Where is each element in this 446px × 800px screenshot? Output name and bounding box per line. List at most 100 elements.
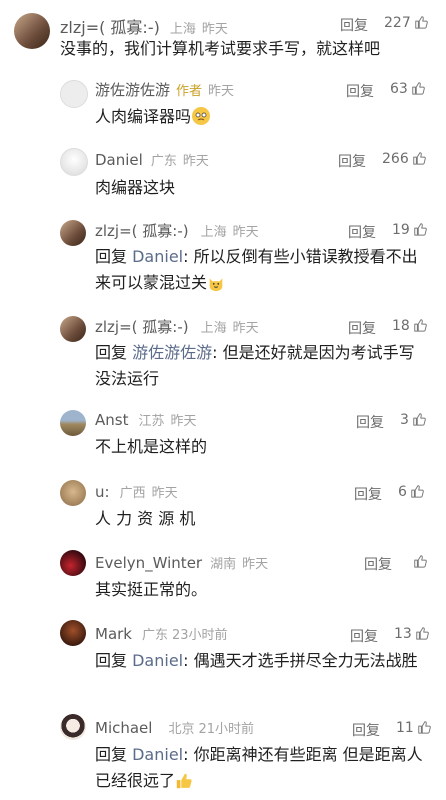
avatar[interactable]: [60, 220, 86, 246]
like-count: 266: [382, 151, 409, 167]
time-label: 昨天: [151, 486, 178, 501]
comment-text-content: 人肉编译器吗: [95, 107, 192, 126]
comment-text: 没事的，我们计算机考试要求手写，就这样吧: [60, 39, 381, 58]
like-button[interactable]: 11: [396, 720, 431, 736]
reply-button[interactable]: 回复: [350, 626, 378, 646]
time-label: 昨天: [170, 414, 197, 429]
like-button[interactable]: 3: [400, 412, 426, 428]
username[interactable]: Evelyn_Winter 湖南 昨天: [95, 553, 268, 572]
like-count: 63: [390, 81, 408, 97]
comment-text-content: : 偶遇天才选手拼尽全力无法战胜: [183, 651, 418, 670]
location-label: 广东: [142, 628, 169, 643]
comment-text: 回复 Daniel: 偶遇天才选手拼尽全力无法战胜: [95, 648, 425, 674]
username[interactable]: 游佐游佐游 作者 昨天: [95, 79, 234, 100]
location-label: 江苏: [138, 414, 165, 429]
time-label: 21小时前: [198, 722, 255, 737]
avatar[interactable]: [60, 480, 86, 506]
like-count: 19: [392, 222, 410, 238]
comment-text: 回复 游佐游佐游: 但是还好就是因为考试手写没法运行: [95, 340, 425, 392]
avatar[interactable]: [60, 148, 88, 176]
like-count: 11: [396, 720, 414, 736]
like-button[interactable]: 19: [392, 222, 427, 238]
comment-text: 不上机是这样的: [95, 437, 208, 456]
username[interactable]: Anst 江苏 昨天: [95, 410, 197, 429]
like-count: 6: [398, 484, 407, 500]
time-label: 昨天: [232, 225, 259, 240]
thumb-up-icon: [412, 151, 426, 165]
like-count: 227: [384, 15, 411, 31]
username-text: Anst: [95, 411, 129, 429]
thumb-up-icon: [415, 626, 429, 640]
reply-button[interactable]: 回复: [352, 720, 380, 740]
time-label: 23小时前: [172, 628, 228, 643]
like-count: 13: [394, 626, 412, 642]
reply-prefix: 回复: [95, 745, 128, 764]
like-button[interactable]: 13: [394, 626, 429, 642]
comment-text: 其实挺正常的。: [95, 580, 208, 599]
author-badge: 作者: [176, 84, 203, 99]
avatar[interactable]: [60, 410, 86, 436]
reply-button[interactable]: 回复: [348, 222, 376, 242]
avatar[interactable]: [14, 13, 50, 49]
location-label: 广西: [119, 486, 146, 501]
reply-prefix: 回复: [95, 651, 128, 670]
username-text: Mark: [95, 625, 132, 643]
time-label: 昨天: [182, 154, 209, 169]
thumb-up-icon: [413, 318, 427, 332]
like-button[interactable]: 18: [392, 318, 427, 334]
thumb-up-icon: [413, 554, 427, 568]
username-text: u:: [95, 483, 110, 501]
like-button[interactable]: 6: [398, 484, 424, 500]
like-button[interactable]: 266: [382, 151, 426, 167]
reply-button[interactable]: 回复: [354, 484, 382, 504]
reply-button[interactable]: 回复: [338, 151, 366, 171]
like-button[interactable]: [410, 554, 427, 570]
comment-text: 回复 Daniel: 你距离神还有些距离 但是距离人已经很远了: [95, 742, 425, 794]
reply-target[interactable]: Daniel: [132, 745, 183, 764]
avatar[interactable]: [60, 550, 86, 576]
reply-button[interactable]: 回复: [340, 15, 368, 35]
avatar[interactable]: [60, 714, 86, 740]
time-label: 昨天: [242, 557, 269, 572]
reply-target[interactable]: Daniel: [132, 247, 183, 266]
time-label: 昨天: [232, 321, 259, 336]
thumbs-up-emoji-icon: [176, 773, 192, 789]
comment-text: 肉编器这块: [95, 178, 176, 197]
username-text: Daniel: [95, 151, 143, 169]
reply-target[interactable]: Daniel: [132, 651, 183, 670]
avatar[interactable]: [60, 80, 88, 108]
avatar[interactable]: [60, 316, 86, 342]
reply-button[interactable]: 回复: [348, 318, 376, 338]
thumb-up-icon: [417, 720, 431, 734]
username[interactable]: Mark 广东 23小时前: [95, 624, 228, 643]
username-text: Michael: [95, 719, 153, 737]
username[interactable]: Michael 北京 21小时前: [95, 718, 254, 737]
comment-text: 回复 Daniel: 所以反倒有些小错误教授看不出来可以蒙混过关: [95, 244, 425, 296]
location-label: 上海: [200, 225, 227, 240]
thumb-up-icon: [412, 412, 426, 426]
like-button[interactable]: 227: [384, 15, 428, 31]
location-label: 上海: [169, 22, 196, 37]
reply-button[interactable]: 回复: [346, 81, 374, 101]
username-text: zlzj=( 孤寡:-): [60, 18, 160, 37]
avatar[interactable]: [60, 620, 86, 646]
reply-prefix: 回复: [95, 247, 128, 266]
like-button[interactable]: 63: [390, 81, 425, 97]
reply-target[interactable]: 游佐游佐游: [132, 343, 212, 362]
reply-button[interactable]: 回复: [364, 554, 392, 574]
username[interactable]: zlzj=( 孤寡:-) 上海 昨天: [95, 220, 259, 241]
time-label: 昨天: [201, 22, 228, 37]
thumb-up-icon: [414, 15, 428, 29]
comment-text: 人 力 资 源 机: [95, 509, 196, 528]
like-count: 18: [392, 318, 410, 334]
comment-text: 人肉编译器吗: [95, 104, 425, 130]
reply-button[interactable]: 回复: [356, 412, 384, 432]
location-label: 湖南: [210, 557, 237, 572]
username[interactable]: zlzj=( 孤寡:-) 上海 昨天: [60, 14, 228, 38]
username[interactable]: Daniel 广东 昨天: [95, 150, 209, 169]
username-text: Evelyn_Winter: [95, 554, 203, 572]
username[interactable]: zlzj=( 孤寡:-) 上海 昨天: [95, 316, 259, 337]
username[interactable]: u: 广西 昨天: [95, 482, 178, 501]
username-text: 游佐游佐游: [95, 81, 171, 99]
username-text: zlzj=( 孤寡:-): [95, 222, 189, 240]
